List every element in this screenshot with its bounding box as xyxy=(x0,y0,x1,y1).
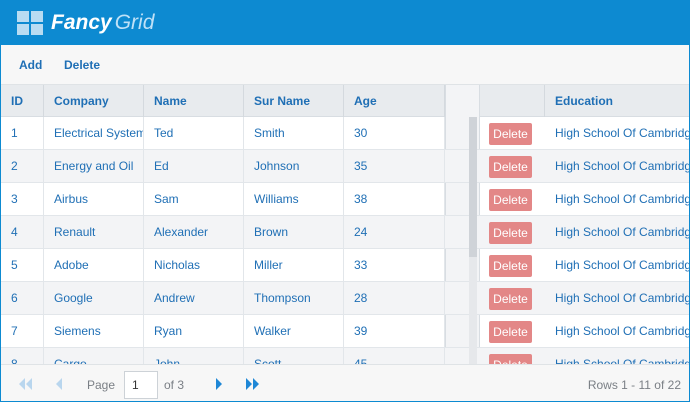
cell-name[interactable]: John xyxy=(144,348,244,364)
grid-widget: Fancy Grid Add Delete ID Company Name Sur… xyxy=(0,0,690,402)
cell-age[interactable]: 28 xyxy=(344,282,445,314)
cell-id[interactable]: 7 xyxy=(1,315,44,347)
cell-id[interactable]: 3 xyxy=(1,183,44,215)
cell-surname[interactable]: Smith xyxy=(244,117,344,149)
cell-id[interactable]: 5 xyxy=(1,249,44,281)
rows-info: Rows 1 - 11 of 22 xyxy=(587,378,681,392)
column-header-id[interactable]: ID xyxy=(1,85,44,117)
row-delete-button[interactable]: Delete xyxy=(489,321,532,343)
page-number-input[interactable] xyxy=(124,371,158,399)
cell-surname[interactable]: Johnson xyxy=(244,150,344,182)
cell-surname[interactable]: Walker xyxy=(244,315,344,347)
brand-secondary: Grid xyxy=(114,11,155,34)
table-row[interactable]: 7 Siemens Ryan Walker 39 High School Of Cambr… xyxy=(1,315,689,348)
cell-id[interactable]: 2 xyxy=(1,150,44,182)
cell-company[interactable]: Airbus xyxy=(44,183,144,215)
cell-education[interactable]: High School Of Cambridge xyxy=(545,282,689,314)
row-delete-button[interactable]: Delete xyxy=(489,123,532,145)
cell-education[interactable]: High School Of Cambridge xyxy=(545,348,689,364)
scrollbar-thumb[interactable] xyxy=(469,117,477,257)
cell-education[interactable]: High School Of Cambridge xyxy=(545,183,689,215)
table-row[interactable]: 1 Electrical Systems Ted Smith 30 High School… xyxy=(1,117,689,150)
cell-surname[interactable]: Miller xyxy=(244,249,344,281)
table-row[interactable]: 6 Google Andrew Thompson 28 High School Of Ca… xyxy=(1,282,689,315)
brand-title: Fancy Grid xyxy=(51,11,154,35)
cell-age[interactable]: 39 xyxy=(344,315,445,347)
cell-name[interactable]: Ed xyxy=(144,150,244,182)
cell-surname[interactable]: Williams xyxy=(244,183,344,215)
cell-id[interactable]: 1 xyxy=(1,117,44,149)
cell-education[interactable]: High School Of Cambridge xyxy=(545,249,689,281)
arrow-right-icon[interactable] xyxy=(211,377,227,391)
cell-name[interactable]: Andrew xyxy=(144,282,244,314)
grid-header: ID Company Name Sur Name Age Education xyxy=(1,85,689,117)
cell-company[interactable]: Adobe xyxy=(44,249,144,281)
column-header-education[interactable]: Education xyxy=(545,85,689,117)
row-delete-button[interactable]: Delete xyxy=(489,288,532,310)
delete-button[interactable]: Delete xyxy=(64,58,100,72)
table-row[interactable]: 5 Adobe Nicholas Miller 33 High School Of Cam… xyxy=(1,249,689,282)
cell-company[interactable]: Renault xyxy=(44,216,144,248)
brand-primary: Fancy xyxy=(51,11,112,34)
row-delete-button[interactable]: Delete xyxy=(489,189,532,211)
cell-surname[interactable]: Scott xyxy=(244,348,344,364)
cell-company[interactable]: Cargo xyxy=(44,348,144,364)
grid-logo-icon xyxy=(17,11,44,35)
cell-name[interactable]: Ryan xyxy=(144,315,244,347)
table-row[interactable]: 8 Cargo John Scott 45 High School Of Cambridg… xyxy=(1,348,689,364)
page-count-label: of 3 xyxy=(164,378,185,392)
cell-surname[interactable]: Brown xyxy=(244,216,344,248)
add-button[interactable]: Add xyxy=(19,58,42,72)
column-header-age[interactable]: Age xyxy=(344,85,445,117)
toolbar: Add Delete xyxy=(1,45,689,85)
column-header-company[interactable]: Company xyxy=(44,85,144,117)
row-delete-button[interactable]: Delete xyxy=(489,222,532,244)
row-delete-button[interactable]: Delete xyxy=(489,156,532,178)
cell-education[interactable]: High School Of Cambridge xyxy=(545,117,689,149)
cell-name[interactable]: Alexander xyxy=(144,216,244,248)
cell-name[interactable]: Sam xyxy=(144,183,244,215)
cell-surname[interactable]: Thompson xyxy=(244,282,344,314)
cell-age[interactable]: 38 xyxy=(344,183,445,215)
cell-age[interactable]: 24 xyxy=(344,216,445,248)
cell-company[interactable]: Energy and Oil xyxy=(44,150,144,182)
cell-name[interactable]: Nicholas xyxy=(144,249,244,281)
table-row[interactable]: 4 Renault Alexander Brown 24 High School Of C… xyxy=(1,216,689,249)
cell-id[interactable]: 6 xyxy=(1,282,44,314)
table-row[interactable]: 3 Airbus Sam Williams 38 High School Of Cambr… xyxy=(1,183,689,216)
double-arrow-right-icon[interactable] xyxy=(245,377,261,391)
paging-bar: Page of 3 Rows 1 - 11 of 22 xyxy=(1,364,689,401)
column-header-name[interactable]: Name xyxy=(144,85,244,117)
cell-age[interactable]: 35 xyxy=(344,150,445,182)
arrow-left-icon[interactable] xyxy=(51,377,67,391)
cell-education[interactable]: High School Of Cambridge xyxy=(545,216,689,248)
title-bar: Fancy Grid xyxy=(1,1,689,45)
row-delete-button[interactable]: Delete xyxy=(489,255,532,277)
cell-age[interactable]: 30 xyxy=(344,117,445,149)
cell-company[interactable]: Google xyxy=(44,282,144,314)
cell-company[interactable]: Siemens xyxy=(44,315,144,347)
cell-education[interactable]: High School Of Cambridge xyxy=(545,150,689,182)
table-row[interactable]: 2 Energy and Oil Ed Johnson 35 High School Of… xyxy=(1,150,689,183)
cell-id[interactable]: 8 xyxy=(1,348,44,364)
cell-name[interactable]: Ted xyxy=(144,117,244,149)
column-header-action xyxy=(480,85,545,117)
row-delete-button[interactable]: Delete xyxy=(489,354,532,364)
page-label: Page xyxy=(87,378,116,392)
cell-age[interactable]: 45 xyxy=(344,348,445,364)
column-header-surname[interactable]: Sur Name xyxy=(244,85,344,117)
cell-age[interactable]: 33 xyxy=(344,249,445,281)
cell-company[interactable]: Electrical Systems xyxy=(44,117,144,149)
double-arrow-left-icon[interactable] xyxy=(17,377,33,391)
grid-body: 1 Electrical Systems Ted Smith 30 High School… xyxy=(1,117,689,364)
cell-education[interactable]: High School Of Cambridge xyxy=(545,315,689,347)
cell-id[interactable]: 4 xyxy=(1,216,44,248)
